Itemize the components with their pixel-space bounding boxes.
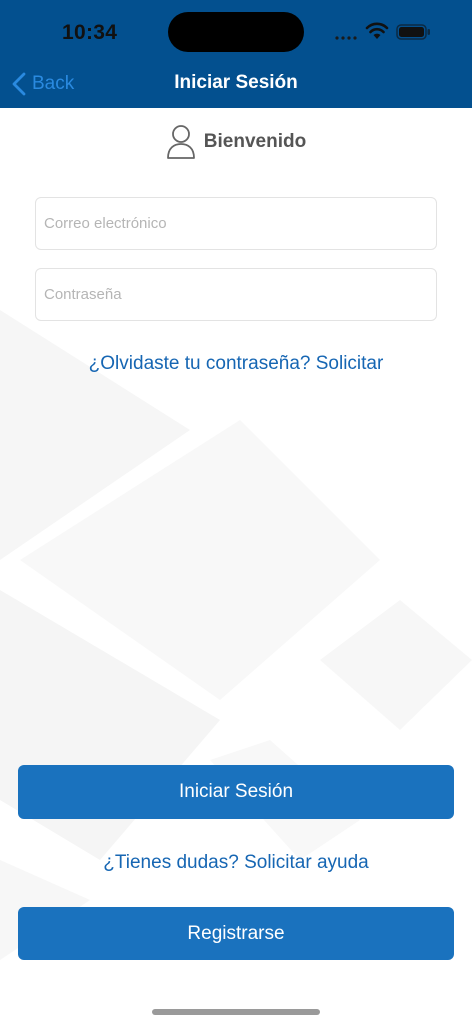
cellular-signal-icon xyxy=(335,36,357,40)
forgot-password-link[interactable]: ¿Olvidaste tu contraseña? Solicitar xyxy=(0,353,472,375)
welcome-text: Bienvenido xyxy=(203,131,307,152)
welcome-header: Bienvenido xyxy=(0,124,472,160)
user-icon xyxy=(166,125,195,159)
app-header: 10:34 Back Iniciar Sesión xyxy=(0,0,472,108)
password-field[interactable] xyxy=(35,268,437,321)
login-button[interactable]: Iniciar Sesión xyxy=(18,765,454,819)
help-link[interactable]: ¿Tienes dudas? Solicitar ayuda xyxy=(0,852,472,874)
status-bar: 10:34 xyxy=(0,0,472,62)
home-indicator xyxy=(152,1009,320,1015)
page-title: Iniciar Sesión xyxy=(174,72,298,93)
navigation-bar: Back Iniciar Sesión xyxy=(0,62,472,108)
wifi-icon xyxy=(365,22,389,39)
status-time: 10:34 xyxy=(62,21,118,44)
battery-icon xyxy=(396,24,430,40)
email-field[interactable] xyxy=(35,197,437,250)
register-button[interactable]: Registrarse xyxy=(18,907,454,960)
dynamic-island xyxy=(168,12,304,52)
